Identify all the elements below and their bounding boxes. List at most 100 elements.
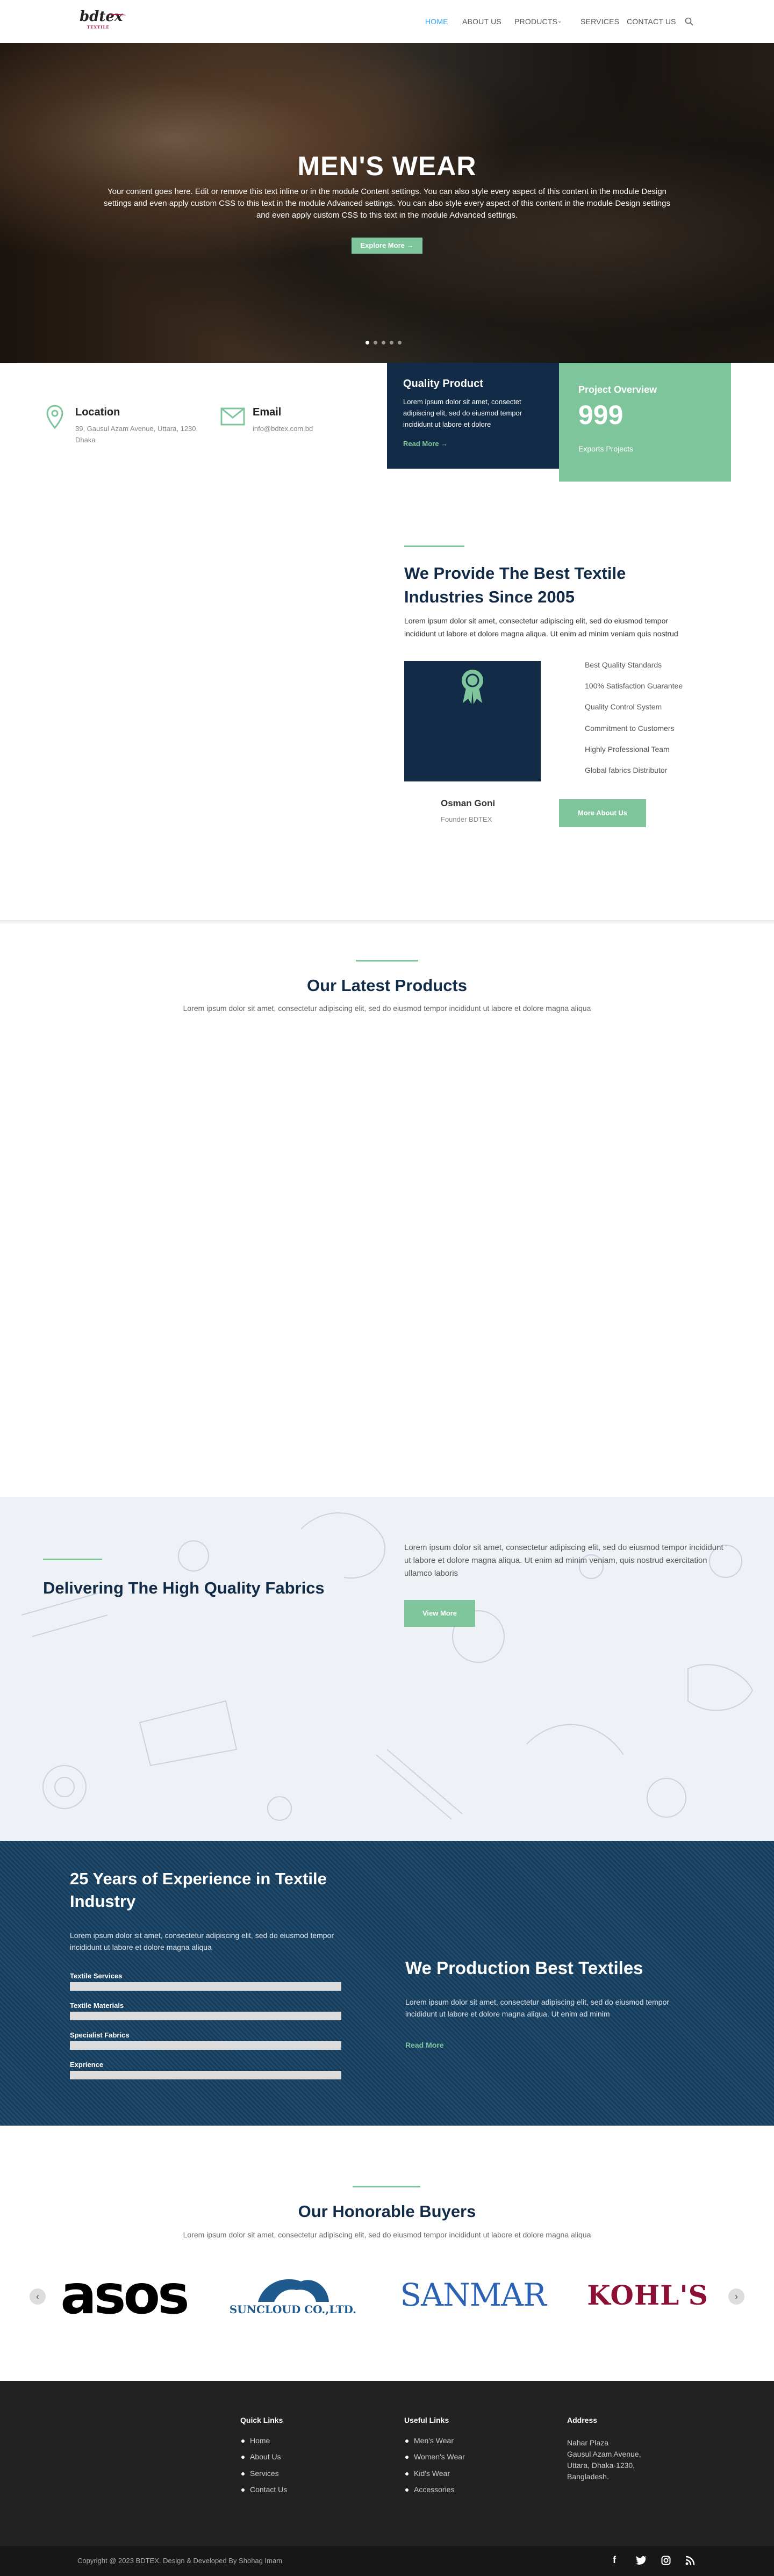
nav-home[interactable]: HOME <box>425 17 448 26</box>
skill-bar-label: Exprience <box>70 2061 104 2069</box>
buyers-subtitle: Lorem ipsum dolor sit amet, consectetur … <box>183 2230 591 2239</box>
nav-contact-us[interactable]: CONTACT US <box>627 17 676 26</box>
fabric-section: Delivering The High Quality Fabrics Lore… <box>0 1497 774 1841</box>
section-accent-line <box>404 546 464 547</box>
slider-dot[interactable] <box>390 341 393 345</box>
feature-item: Quality Control System <box>585 702 662 711</box>
explore-more-button[interactable]: Explore More → <box>352 238 422 254</box>
hero-title: MEN'S WEAR <box>297 151 477 181</box>
explore-more-label: Explore More <box>360 241 405 249</box>
buyer-logo-suncloud: SUNCLOUD CO.,LTD. <box>218 2265 368 2324</box>
skill-bar <box>70 2012 341 2020</box>
skill-bar <box>70 1982 341 1991</box>
view-more-button[interactable]: View More <box>404 1600 475 1627</box>
useful-links-title: Useful Links <box>404 2416 449 2424</box>
twitter-icon[interactable] <box>635 2556 647 2565</box>
rss-icon[interactable] <box>685 2556 695 2565</box>
chevron-right-icon: › <box>735 2291 738 2302</box>
about-text: Lorem ipsum dolor sit amet, consectetur … <box>404 616 678 638</box>
project-overview-card: Project Overview 999 Exports Projects <box>559 363 731 482</box>
asos-wordmark: asos <box>60 2263 189 2326</box>
products-title: Our Latest Products <box>307 976 467 995</box>
search-icon[interactable] <box>685 17 693 26</box>
feature-item: Global fabrics Distributor <box>585 766 668 774</box>
quality-title: Quality Product <box>403 378 483 390</box>
slider-dots <box>366 338 408 345</box>
section-accent-line <box>43 1559 102 1560</box>
slider-dot[interactable] <box>366 341 369 345</box>
project-title: Project Overview <box>578 384 657 395</box>
feature-item: Best Quality Standards <box>585 661 662 669</box>
about-image-box <box>404 661 541 781</box>
footer-link-about[interactable]: About Us <box>241 2452 281 2461</box>
footer-link-accessories[interactable]: Accessories <box>405 2485 454 2494</box>
quality-text: Lorem ipsum dolor sit amet, consectet ad… <box>403 398 522 428</box>
nav-about-us[interactable]: ABOUT US <box>462 17 501 26</box>
chevron-down-icon[interactable]: ⌄ <box>557 18 562 24</box>
kohls-wordmark: KOHL'S <box>587 2279 708 2311</box>
envelope-icon <box>220 407 245 426</box>
footer-link-kids-wear[interactable]: Kid's Wear <box>405 2469 450 2478</box>
buyer-logo-asos: asos <box>46 2265 202 2324</box>
slider-dot[interactable] <box>374 341 377 345</box>
feature-item: Commitment to Customers <box>585 724 675 733</box>
footer-link-womens-wear[interactable]: Women's Wear <box>405 2452 465 2461</box>
footer-link-home[interactable]: Home <box>241 2436 270 2445</box>
production-title: We Production Best Textiles <box>405 1958 643 1978</box>
fabric-title: Delivering The High Quality Fabrics <box>43 1578 325 1597</box>
address-line: Bangladesh. <box>567 2472 609 2481</box>
skill-bar-label: Specialist Fabrics <box>70 2031 130 2039</box>
section-accent-line <box>353 2186 420 2187</box>
project-number: 999 <box>578 400 624 430</box>
award-medal-icon <box>462 670 483 704</box>
about-title: We Provide The Best Textile Industries S… <box>404 564 626 606</box>
slider-dot[interactable] <box>398 341 402 345</box>
fabric-text: Lorem ipsum dolor sit amet, consectetur … <box>404 1543 723 1578</box>
skill-bar <box>70 2041 341 2050</box>
arrow-right-icon: → <box>406 241 414 249</box>
address-block: Nahar Plaza Gausul Azam Avenue, Uttara, … <box>567 2437 641 2482</box>
buyers-title: Our Honorable Buyers <box>298 2202 476 2221</box>
quality-read-more-link[interactable]: Read More → <box>403 440 448 448</box>
founder-role: Founder BDTEX <box>441 815 492 823</box>
buyer-logo-kohls: KOHL'S <box>572 2265 723 2324</box>
project-label: Exports Projects <box>578 444 633 453</box>
footer-bottom-bar: Copyright @ 2023 BDTEX. Design & Develop… <box>0 2546 774 2576</box>
experience-section: 25 Years of Experience in Textile Indust… <box>0 1841 774 2126</box>
arrow-right-icon: → <box>441 440 448 448</box>
suncloud-wordmark: SUNCLOUD CO.,LTD. <box>229 2303 357 2316</box>
location-text: 39, Gausul Azam Avenue, Uttara, 1230, Dh… <box>75 425 198 444</box>
location-title: Location <box>75 406 120 418</box>
feature-item: 100% Satisfaction Guarantee <box>585 681 683 690</box>
facebook-icon[interactable]: f <box>613 2555 616 2566</box>
email-text: info@bdtex.com.bd <box>253 425 313 433</box>
instagram-icon[interactable] <box>661 2556 671 2565</box>
buyer-logo-sanmar: SANMAR <box>390 2265 556 2324</box>
read-more-label: Read More <box>403 440 439 448</box>
logo-swoosh <box>108 14 126 17</box>
nav-products[interactable]: PRODUCTS <box>514 17 557 26</box>
production-read-more-link[interactable]: Read More <box>405 2041 444 2049</box>
nav-services[interactable]: SERVICES <box>580 17 619 26</box>
logo-subtext: TEXTILE <box>87 25 110 30</box>
footer-link-services[interactable]: Services <box>241 2469 279 2478</box>
carousel-next-button[interactable]: › <box>728 2288 744 2305</box>
more-about-us-button[interactable]: More About Us <box>559 799 646 827</box>
slider-dot[interactable] <box>382 341 385 345</box>
address-title: Address <box>567 2416 598 2424</box>
hero-slider: MEN'S WEAR Your content goes here. Edit … <box>0 43 774 363</box>
copyright-text: Copyright @ 2023 BDTEX. Design & Develop… <box>77 2557 282 2565</box>
footer-link-mens-wear[interactable]: Men's Wear <box>405 2436 454 2445</box>
footer-link-contact[interactable]: Contact Us <box>241 2485 287 2494</box>
site-logo[interactable]: bdtex TEXTILE <box>80 9 126 30</box>
address-line: Uttara, Dhaka-1230, <box>567 2461 635 2470</box>
quality-product-card: Quality Product Lorem ipsum dolor sit am… <box>387 363 559 469</box>
email-title: Email <box>253 406 282 418</box>
address-line: Nahar Plaza <box>567 2438 609 2447</box>
carousel-prev-button[interactable]: ‹ <box>30 2288 46 2305</box>
skill-bar-label: Textile Materials <box>70 2001 124 2010</box>
section-accent-line <box>356 960 418 961</box>
experience-text: Lorem ipsum dolor sit amet, consectetur … <box>70 1931 334 1951</box>
address-line: Gausul Azam Avenue, <box>567 2450 641 2458</box>
site-footer: Quick Links Home About Us Services Conta… <box>0 2381 774 2546</box>
